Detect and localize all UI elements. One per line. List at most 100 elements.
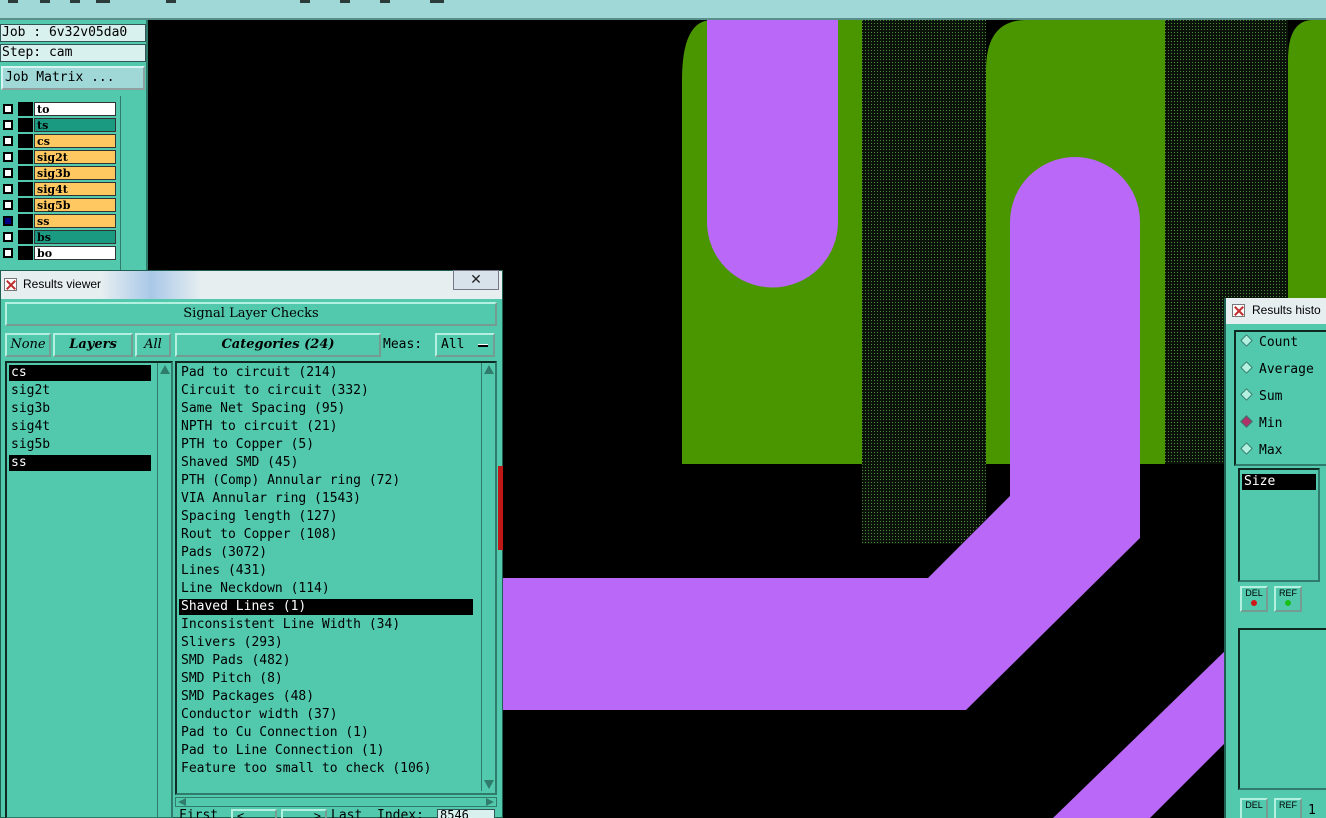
layer-row-sig5b[interactable]: sig5b xyxy=(0,198,118,212)
layer-state-cell[interactable] xyxy=(18,214,49,228)
radio-average[interactable]: Average xyxy=(1240,361,1314,379)
layer-row-sig2t[interactable]: sig2t xyxy=(0,150,118,164)
category-item[interactable]: Pad to circuit (214) xyxy=(179,365,473,381)
category-item[interactable]: SMD Pitch (8) xyxy=(179,671,473,687)
category-item[interactable]: NPTH to circuit (21) xyxy=(179,419,473,435)
layer-state-cell[interactable] xyxy=(18,230,33,244)
radio-count[interactable]: Count xyxy=(1240,334,1298,352)
all-button[interactable]: All xyxy=(135,333,171,357)
layer-list-scrollbar[interactable] xyxy=(120,96,146,272)
category-item[interactable]: PTH (Comp) Annular ring (72) xyxy=(179,473,473,489)
first-button[interactable]: First xyxy=(179,809,218,818)
category-item[interactable]: Shaved SMD (45) xyxy=(179,455,473,471)
category-item[interactable]: Feature too small to check (106) xyxy=(179,761,473,777)
scroll-up-icon[interactable] xyxy=(484,365,494,374)
category-item[interactable]: Pads (3072) xyxy=(179,545,473,561)
layer-row-ss[interactable]: ss xyxy=(0,214,118,228)
result-layer-item[interactable]: sig3b xyxy=(9,401,151,417)
category-item[interactable]: PTH to Copper (5) xyxy=(179,437,473,453)
layer-state-cell[interactable] xyxy=(18,182,33,196)
radio-sum[interactable]: Sum xyxy=(1240,388,1282,406)
layer-state-cell[interactable] xyxy=(18,118,33,132)
layer-name[interactable]: to xyxy=(34,102,116,116)
layer-state-cell[interactable] xyxy=(18,134,33,148)
meas-dropdown[interactable]: All xyxy=(435,333,495,357)
del-button-2[interactable]: DEL xyxy=(1240,798,1268,818)
layer-name[interactable]: bo xyxy=(34,246,116,260)
section-header-button[interactable]: Signal Layer Checks xyxy=(5,302,497,326)
prev-button[interactable]: < xyxy=(231,809,277,818)
layer-checkbox[interactable] xyxy=(3,216,13,226)
layer-checkbox[interactable] xyxy=(3,248,13,258)
layer-list-scrollbar[interactable] xyxy=(157,363,171,817)
layer-name[interactable]: ts xyxy=(34,118,116,132)
layer-name[interactable]: sig4t xyxy=(34,182,116,196)
layer-row-sig4t[interactable]: sig4t xyxy=(0,182,118,196)
scroll-left-icon[interactable] xyxy=(178,798,186,806)
layer-row-ts[interactable]: ts xyxy=(0,118,118,132)
layer-checkbox[interactable] xyxy=(3,104,13,114)
ref-button[interactable]: REF xyxy=(1274,586,1302,612)
job-matrix-button[interactable]: Job Matrix ... xyxy=(1,66,145,90)
layers-button[interactable]: Layers xyxy=(53,333,133,357)
layer-state-cell[interactable] xyxy=(18,166,33,180)
category-item[interactable]: Pad to Line Connection (1) xyxy=(179,743,473,759)
category-item[interactable]: SMD Packages (48) xyxy=(179,689,473,705)
category-item[interactable]: Conductor width (37) xyxy=(179,707,473,723)
layer-state-cell[interactable] xyxy=(18,246,33,260)
layer-state-cell[interactable] xyxy=(18,150,33,164)
scroll-down-icon[interactable] xyxy=(484,780,494,789)
histogram-attribute-list[interactable]: Size xyxy=(1238,468,1320,582)
category-item[interactable]: VIA Annular ring (1543) xyxy=(179,491,473,507)
layer-row-sig3b[interactable]: sig3b xyxy=(0,166,118,180)
layer-name[interactable]: cs xyxy=(34,134,116,148)
last-button[interactable]: Last xyxy=(331,809,362,818)
radio-max[interactable]: Max xyxy=(1240,442,1282,460)
layer-name[interactable]: sig5b xyxy=(34,198,116,212)
category-item[interactable]: Line Neckdown (114) xyxy=(179,581,473,597)
result-layer-item[interactable]: sig2t xyxy=(9,383,151,399)
results-histogram-titlebar[interactable]: Results histo xyxy=(1226,298,1326,324)
category-item[interactable]: Lines (431) xyxy=(179,563,473,579)
scroll-up-icon[interactable] xyxy=(160,365,170,374)
layer-name[interactable]: ss xyxy=(34,214,116,228)
layer-state-cell[interactable] xyxy=(18,102,33,116)
layer-checkbox[interactable] xyxy=(3,136,13,146)
layer-row-bo[interactable]: bo xyxy=(0,246,118,260)
close-button[interactable]: ✕ xyxy=(453,270,499,290)
category-item[interactable]: Shaved Lines (1) xyxy=(179,599,473,615)
size-item[interactable]: Size xyxy=(1242,474,1316,490)
category-item[interactable]: Slivers (293) xyxy=(179,635,473,651)
next-button[interactable]: > xyxy=(281,809,327,818)
layer-state-cell[interactable] xyxy=(18,198,33,212)
category-item[interactable]: Same Net Spacing (95) xyxy=(179,401,473,417)
scroll-right-icon[interactable] xyxy=(486,798,494,806)
categories-button[interactable]: Categories (24) xyxy=(175,333,381,357)
ref-button-2[interactable]: REF xyxy=(1274,798,1302,818)
radio-min[interactable]: Min xyxy=(1240,415,1282,433)
layer-checkbox[interactable] xyxy=(3,152,13,162)
category-hscrollbar[interactable] xyxy=(175,797,497,807)
result-layer-item[interactable]: ss xyxy=(9,455,151,471)
layer-checkbox[interactable] xyxy=(3,232,13,242)
layer-checkbox[interactable] xyxy=(3,200,13,210)
layer-name[interactable]: sig3b xyxy=(34,166,116,180)
results-viewer-titlebar[interactable]: Results viewer ✕ xyxy=(1,270,502,299)
category-list[interactable]: Pad to circuit (214) Circuit to circuit (… xyxy=(175,361,497,795)
category-item[interactable]: Inconsistent Line Width (34) xyxy=(179,617,473,633)
del-button[interactable]: DEL xyxy=(1240,586,1268,612)
none-button[interactable]: None xyxy=(5,333,51,357)
result-layer-list[interactable]: cs sig2t sig3b sig4t sig5b ss xyxy=(5,361,173,818)
category-item[interactable]: Pad to Cu Connection (1) xyxy=(179,725,473,741)
layer-checkbox[interactable] xyxy=(3,120,13,130)
category-item[interactable]: SMD Pads (482) xyxy=(179,653,473,669)
result-layer-item[interactable]: cs xyxy=(9,365,151,381)
layer-name[interactable]: sig2t xyxy=(34,150,116,164)
layer-checkbox[interactable] xyxy=(3,168,13,178)
result-layer-item[interactable]: sig5b xyxy=(9,437,151,453)
layer-row-cs[interactable]: cs xyxy=(0,134,118,148)
category-item[interactable]: Rout to Copper (108) xyxy=(179,527,473,543)
index-field[interactable]: 8546 xyxy=(437,809,495,818)
category-list-scrollbar[interactable] xyxy=(481,363,495,791)
layer-name[interactable]: bs xyxy=(34,230,116,244)
